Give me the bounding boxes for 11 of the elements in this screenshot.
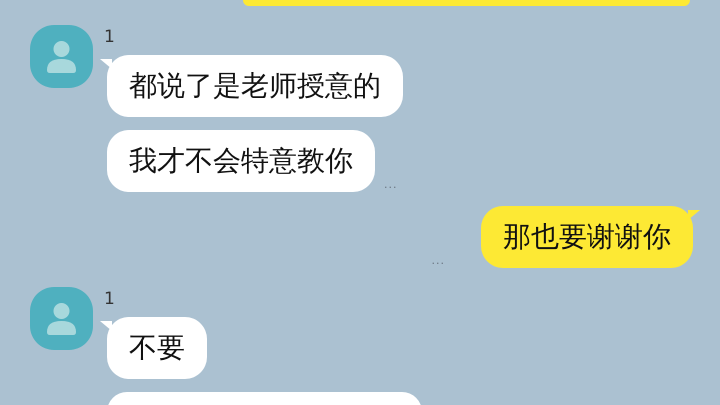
read-status: ...	[384, 179, 398, 190]
message-bubble: 那也要谢谢你	[481, 206, 693, 268]
avatar-icon[interactable]	[30, 287, 93, 350]
message-bubble: 都说了是老师授意的	[107, 55, 403, 117]
message-bubble: 我才不会特意教你	[107, 130, 375, 192]
bubble-tail	[688, 210, 700, 220]
message-bubble: 不要	[107, 317, 207, 379]
sender-name: 1	[104, 29, 115, 46]
avatar-icon[interactable]	[30, 25, 93, 88]
sender-name: 1	[104, 291, 115, 308]
read-status: ...	[432, 255, 445, 266]
